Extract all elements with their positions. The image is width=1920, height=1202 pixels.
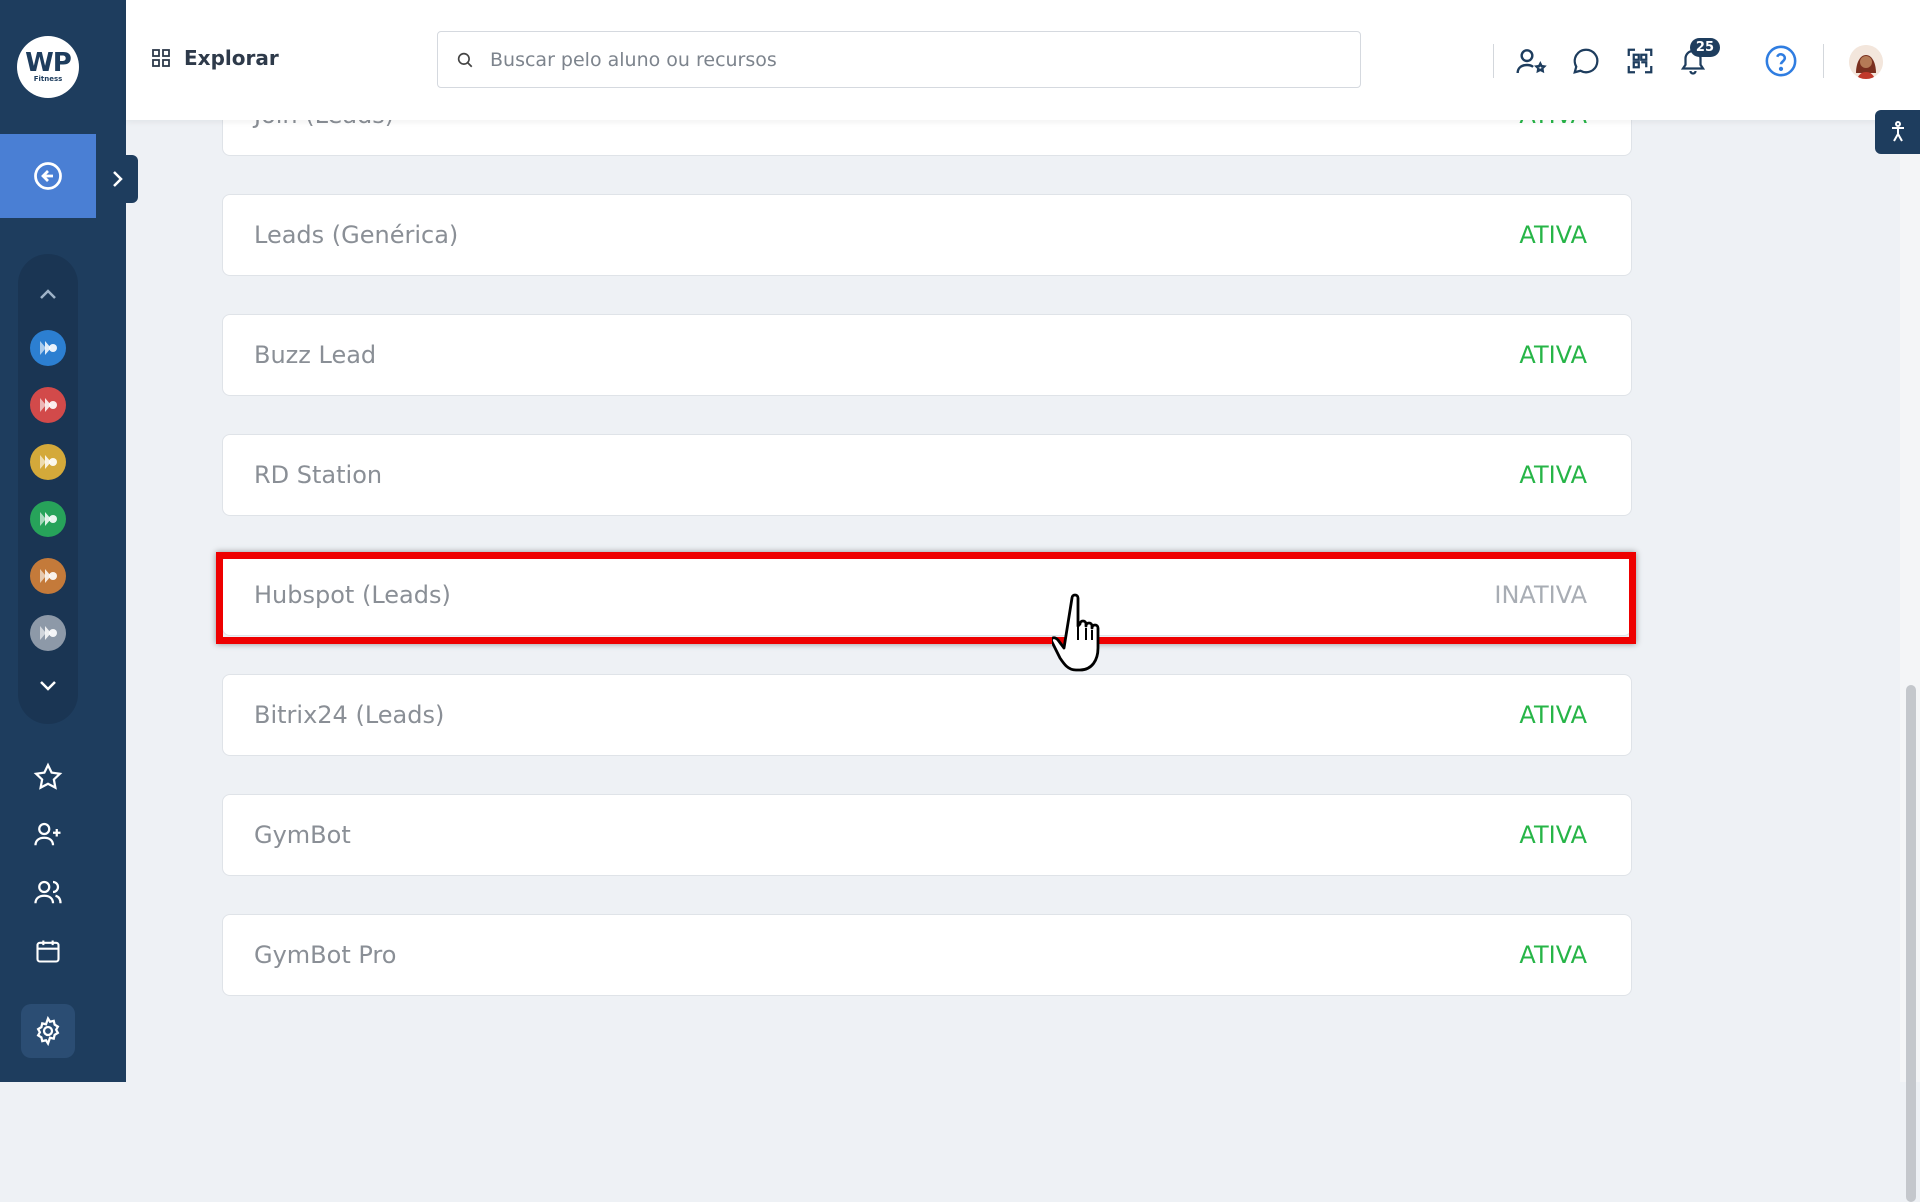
- header-divider: [1493, 44, 1494, 78]
- star-icon: [33, 762, 63, 790]
- qr-code-icon: [1627, 48, 1653, 74]
- user-star-icon: [1516, 49, 1547, 74]
- integration-name: Leads (Genérica): [254, 221, 459, 249]
- accessibility-button[interactable]: [1875, 110, 1920, 154]
- user-plus-icon: [34, 822, 61, 846]
- add-lead-button[interactable]: [1512, 42, 1550, 80]
- integration-status: ATIVA: [1519, 701, 1587, 729]
- sidebar: WP Fitness: [0, 0, 138, 1082]
- integration-name: GymBot Pro: [254, 941, 397, 969]
- avatar-image: [1849, 45, 1883, 79]
- module-arrows-icon: [40, 398, 57, 412]
- scrollbar-thumb[interactable]: [1906, 685, 1916, 1202]
- add-person-button[interactable]: [30, 816, 66, 852]
- user-avatar[interactable]: [1849, 45, 1883, 79]
- module-icon-2[interactable]: [30, 387, 66, 423]
- module-arrows-icon: [40, 341, 57, 355]
- favorites-button[interactable]: [30, 759, 66, 795]
- integration-status: ATIVA: [1519, 341, 1587, 369]
- expand-sidebar-button[interactable]: [96, 155, 138, 203]
- integration-status: ATIVA: [1519, 461, 1587, 489]
- explore-label: Explorar: [184, 46, 279, 70]
- integration-row[interactable]: GymBot ATIVA: [222, 794, 1632, 876]
- search-box[interactable]: [437, 31, 1361, 88]
- integration-status: ATIVA: [1519, 941, 1587, 969]
- hand-pointer-cursor-icon: [1050, 590, 1124, 684]
- notifications-badge: 25: [1689, 38, 1720, 57]
- scrollbar[interactable]: [1900, 120, 1920, 1202]
- arrow-left-circle-icon: [34, 162, 62, 190]
- accessibility-icon: [1891, 121, 1904, 142]
- notifications-button[interactable]: 25: [1674, 38, 1720, 80]
- integration-name: Bitrix24 (Leads): [254, 701, 445, 729]
- module-arrows-icon: [40, 455, 57, 469]
- search-icon: [457, 52, 473, 67]
- header-divider: [1823, 44, 1824, 78]
- search-input[interactable]: [488, 47, 1312, 72]
- logo-text: WP: [25, 48, 72, 78]
- integration-name: RD Station: [254, 461, 383, 489]
- integration-name: Buzz Lead: [254, 341, 377, 369]
- people-button[interactable]: [30, 874, 66, 910]
- chat-bubble-icon: [1573, 48, 1599, 74]
- integration-row[interactable]: GymBot Pro ATIVA: [222, 914, 1632, 996]
- integration-row[interactable]: Bitrix24 (Leads) ATIVA: [222, 674, 1632, 756]
- scroll-up-button[interactable]: [36, 282, 60, 306]
- module-arrows-icon: [40, 569, 57, 583]
- gear-icon: [36, 1016, 60, 1046]
- help-button[interactable]: [1762, 42, 1800, 80]
- module-icon-1[interactable]: [30, 330, 66, 366]
- integration-name: Hubspot (Leads): [254, 581, 451, 609]
- explore-button[interactable]: Explorar: [152, 46, 279, 70]
- help-circle-icon: [1765, 45, 1797, 77]
- chevron-up-icon: [40, 289, 56, 299]
- integration-row[interactable]: Leads (Genérica) ATIVA: [222, 194, 1632, 276]
- integration-status: ATIVA: [1519, 221, 1587, 249]
- integration-row[interactable]: RD Station ATIVA: [222, 434, 1632, 516]
- integration-status: ATIVA: [1519, 821, 1587, 849]
- back-button[interactable]: [0, 134, 96, 218]
- integration-status: INATIVA: [1494, 581, 1587, 609]
- qr-code-button[interactable]: [1621, 42, 1659, 80]
- scroll-down-button[interactable]: [36, 674, 60, 698]
- module-arrows-icon: [40, 512, 57, 526]
- integration-row[interactable]: Buzz Lead ATIVA: [222, 314, 1632, 396]
- integration-row[interactable]: Hubspot (Leads) INATIVA: [222, 554, 1632, 636]
- module-icon-5[interactable]: [30, 558, 66, 594]
- integration-name: GymBot: [254, 821, 351, 849]
- users-icon: [34, 880, 62, 904]
- chevron-down-icon: [40, 681, 56, 691]
- grid-icon: [152, 49, 170, 67]
- module-icon-3[interactable]: [30, 444, 66, 480]
- logo-subtext: Fitness: [33, 75, 63, 83]
- module-arrows-icon: [40, 626, 57, 640]
- chat-button[interactable]: [1567, 42, 1605, 80]
- modules-list: [18, 254, 78, 724]
- module-icon-6[interactable]: [30, 615, 66, 651]
- top-header: Explorar 25: [126, 0, 1920, 120]
- chevron-right-icon: [113, 171, 123, 187]
- module-icon-4[interactable]: [30, 501, 66, 537]
- calendar-button[interactable]: [30, 933, 66, 969]
- settings-button[interactable]: [21, 1004, 75, 1058]
- calendar-icon: [36, 940, 60, 963]
- brand-logo[interactable]: WP Fitness: [17, 36, 79, 98]
